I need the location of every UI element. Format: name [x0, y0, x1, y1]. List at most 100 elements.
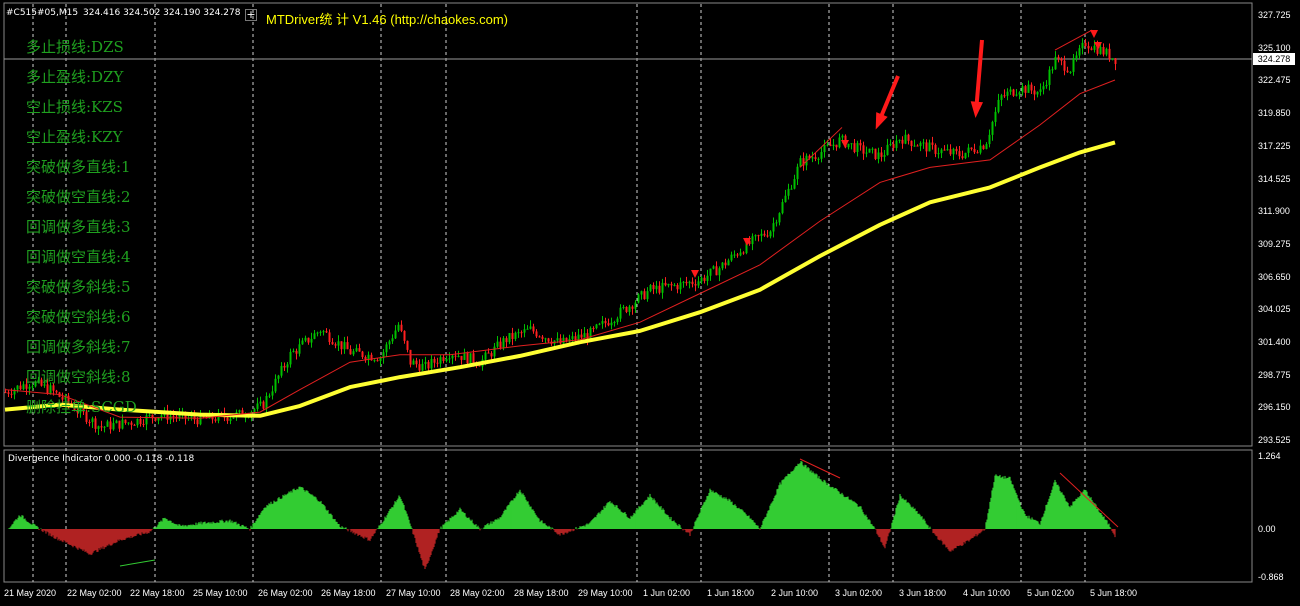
candle-body — [286, 364, 289, 368]
candle-body — [4, 392, 7, 394]
candle-body — [667, 283, 670, 286]
candle-body — [379, 358, 382, 362]
candle-body — [133, 424, 136, 426]
candle-body — [124, 419, 127, 423]
candle-body — [16, 385, 19, 390]
candle-body — [355, 348, 358, 352]
candle-body — [226, 417, 229, 421]
candle-body — [301, 340, 304, 345]
candle-body — [880, 152, 883, 157]
candle-body — [715, 266, 718, 276]
candle-body — [919, 142, 922, 147]
candle-body — [661, 282, 664, 293]
candle-body — [724, 262, 727, 266]
candle-body — [274, 378, 277, 392]
candle-body — [409, 349, 412, 365]
candle-body — [277, 375, 280, 379]
legend-item: 多止盈线:DZY — [26, 68, 124, 86]
candle-body — [865, 152, 868, 154]
candle-body — [916, 145, 919, 147]
candle-body — [127, 422, 130, 424]
candle-body — [547, 338, 550, 342]
candle-body — [562, 337, 565, 344]
candle-body — [610, 322, 613, 326]
candle-body — [781, 202, 784, 214]
candle-body — [298, 344, 301, 354]
candle-body — [523, 329, 526, 333]
candle-body — [982, 145, 985, 149]
candle-body — [1057, 56, 1060, 59]
candle-body — [415, 360, 418, 365]
price-tick-label: 301.400 — [1258, 337, 1291, 347]
candle-body — [721, 262, 724, 269]
candle-body — [94, 418, 97, 429]
candle-body — [1072, 58, 1075, 72]
candle-body — [358, 348, 361, 352]
price-tick-label: 314.525 — [1258, 173, 1291, 184]
candle-body — [910, 140, 913, 146]
indicator-tick-label: 0.00 — [1258, 524, 1276, 534]
candle-body — [139, 418, 142, 424]
arrow-head — [875, 112, 888, 130]
candle-body — [1102, 47, 1105, 55]
candle-body — [265, 396, 268, 409]
candle-body — [853, 143, 856, 152]
candle-body — [517, 332, 520, 334]
candle-body — [256, 403, 259, 410]
chart-canvas[interactable] — [0, 0, 1300, 606]
candle-body — [613, 322, 616, 324]
candle-body — [928, 142, 931, 152]
time-tick-label: 27 May 10:00 — [386, 588, 441, 598]
candle-body — [130, 422, 133, 425]
candle-body — [751, 236, 754, 245]
candle-body — [532, 326, 535, 332]
price-tick-label: 327.725 — [1258, 10, 1291, 20]
candle-body — [769, 231, 772, 237]
candle-body — [652, 285, 655, 290]
candle-body — [385, 344, 388, 353]
candle-body — [694, 284, 697, 286]
candle-body — [1045, 84, 1048, 87]
candle-body — [472, 353, 475, 363]
candle-body — [631, 306, 634, 309]
candle-body — [397, 324, 400, 331]
candle-body — [601, 321, 604, 324]
legend-item: 回调做空直线:4 — [26, 248, 131, 266]
candle-body — [313, 333, 316, 339]
candle-body — [1021, 86, 1024, 93]
price-tick-label: 309.275 — [1258, 238, 1291, 249]
candle-body — [148, 414, 151, 416]
candle-body — [1081, 42, 1084, 49]
candle-body — [850, 143, 853, 145]
candle-body — [706, 275, 709, 281]
ma-slow-line — [4, 140, 1116, 418]
candle-body — [595, 324, 598, 329]
candle-body — [229, 418, 232, 421]
candle-body — [892, 144, 895, 148]
candle-body — [820, 152, 823, 159]
candle-body — [796, 166, 799, 180]
candle-body — [7, 392, 10, 394]
candle-body — [118, 420, 121, 429]
time-tick-label: 28 May 18:00 — [514, 588, 569, 598]
candle-body — [1066, 70, 1069, 73]
candle-body — [352, 351, 355, 355]
price-tick-label: 296.150 — [1258, 402, 1291, 413]
legend-item: 突破做空直线:2 — [26, 188, 131, 206]
chart-window[interactable]: #C515#05,M15 324.416 324.502 324.190 324… — [0, 0, 1300, 606]
candle-body — [862, 145, 865, 154]
candle-body — [1084, 42, 1087, 47]
candle-body — [1054, 56, 1057, 70]
candle-body — [316, 332, 319, 334]
candle-body — [1087, 46, 1090, 49]
candle-body — [598, 323, 601, 325]
candle-body — [823, 145, 826, 153]
candle-body — [829, 144, 832, 147]
candle-body — [949, 149, 952, 155]
candle-body — [664, 282, 667, 286]
indicator-tick-label: 1.264 — [1258, 451, 1281, 461]
candle-body — [838, 137, 841, 148]
candle-body — [499, 341, 502, 348]
plus-icon[interactable]: + — [245, 9, 257, 21]
candle-body — [340, 341, 343, 350]
